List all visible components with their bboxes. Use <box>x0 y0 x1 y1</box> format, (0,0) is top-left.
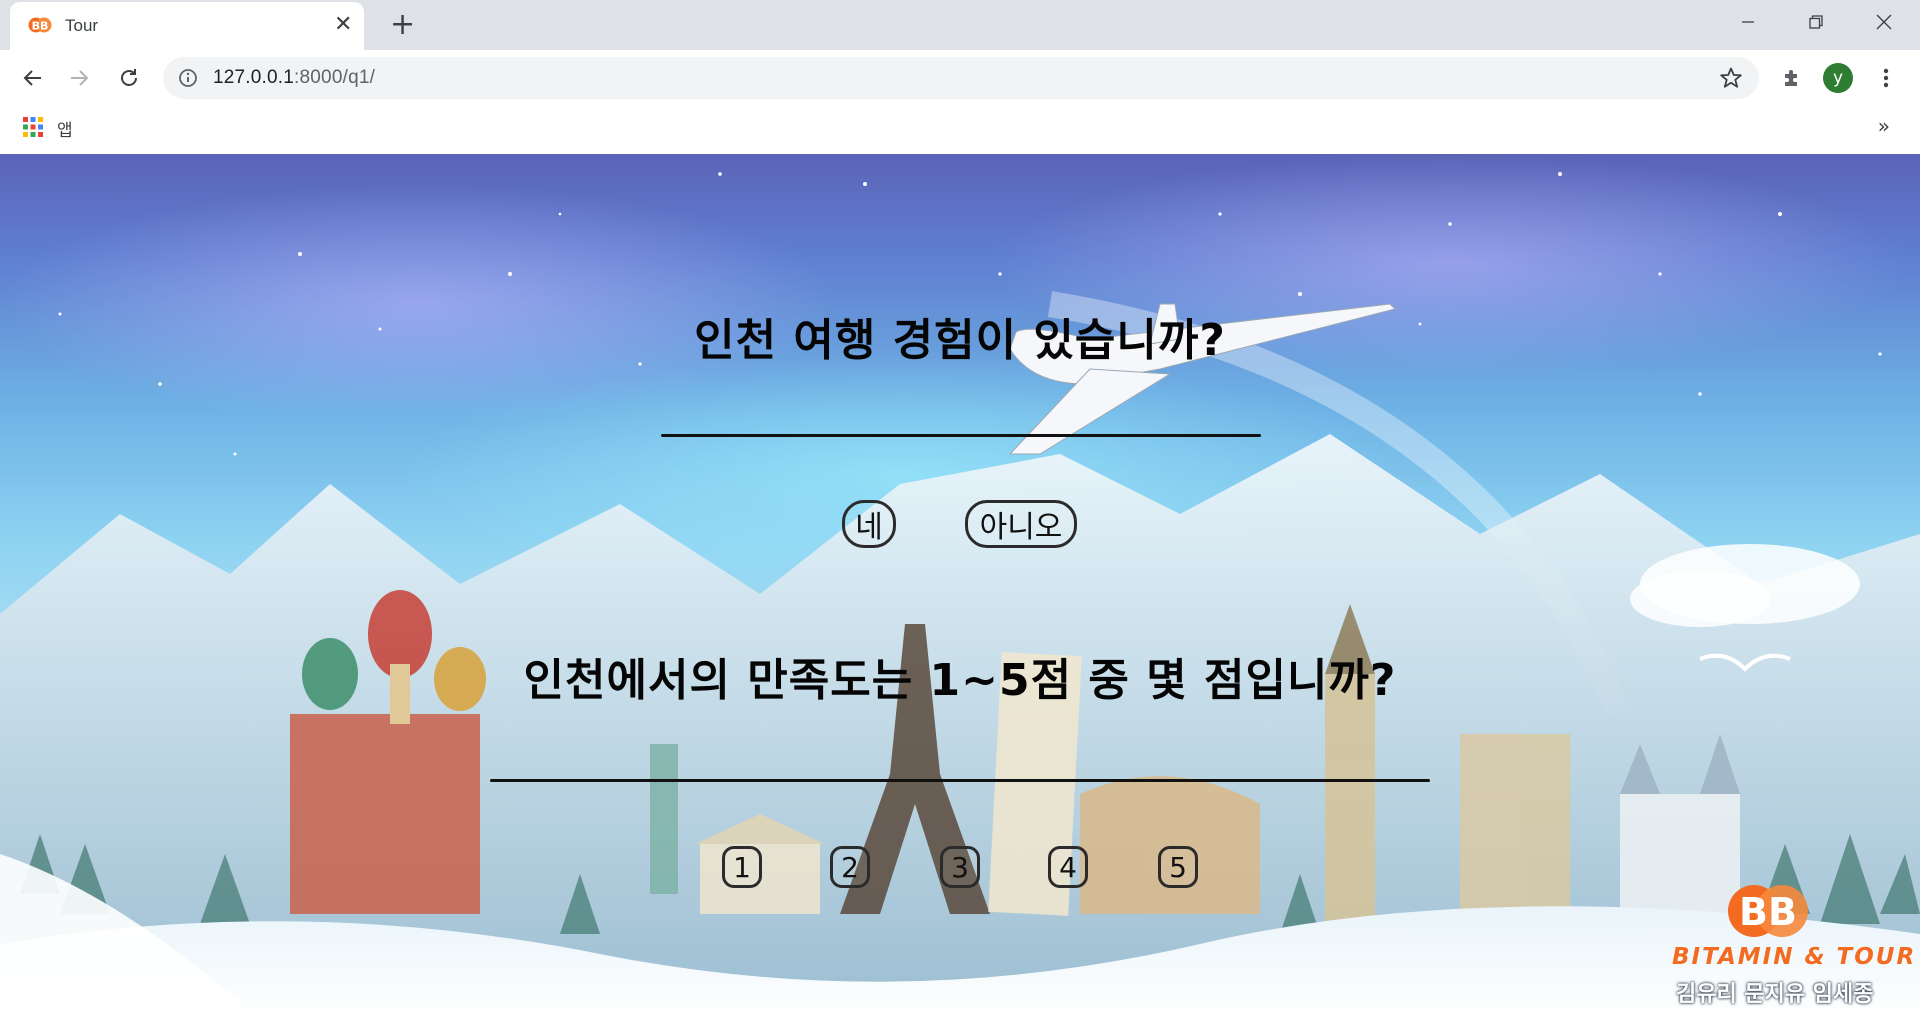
bookmarks-bar: 앱 » <box>0 106 1920 155</box>
plus-icon[interactable]: + <box>390 8 415 42</box>
score-3-button[interactable]: 3 <box>940 846 980 888</box>
score-4-button[interactable]: 4 <box>1048 846 1088 888</box>
authors-text: 김유리 문지유 임세종 <box>1676 982 1874 1007</box>
tab-tour[interactable]: BB Tour ✕ <box>10 2 364 50</box>
question-2-title: 인천에서의 만족도는 1~5점 중 몇 점입니까? <box>523 655 1397 706</box>
address-bar[interactable]: 127.0.0.1:8000/q1/ <box>163 57 1759 99</box>
brand-text: BITAMIN & TOUR <box>1672 944 1917 970</box>
bitamin-favicon-icon: BB <box>28 17 52 33</box>
apps-grid-icon[interactable] <box>22 116 44 138</box>
svg-text:BB: BB <box>1739 890 1797 934</box>
url-text[interactable]: 127.0.0.1:8000/q1/ <box>213 67 375 89</box>
close-icon[interactable]: ✕ <box>334 13 352 37</box>
minimize-icon[interactable] <box>1714 0 1782 44</box>
bookmarks-overflow-icon[interactable]: » <box>1878 114 1890 138</box>
bitamin-logo-icon: BB <box>1728 885 1808 937</box>
score-5-button[interactable]: 5 <box>1158 846 1198 888</box>
profile-initial: y <box>1823 63 1853 93</box>
restore-icon[interactable] <box>1782 0 1850 44</box>
survey-page: 인천 여행 경험이 있습니까? 네 아니오 인천에서의 만족도는 1~5점 중 … <box>0 154 1920 1020</box>
answer-no-button[interactable]: 아니오 <box>965 500 1077 548</box>
reload-icon[interactable] <box>111 60 147 96</box>
answer-yes-button[interactable]: 네 <box>842 500 896 548</box>
travel-background <box>0 154 1920 1020</box>
question-2-underline <box>490 779 1430 782</box>
score-2-button[interactable]: 2 <box>830 846 870 888</box>
question-1-underline <box>661 434 1261 437</box>
star-icon[interactable] <box>1719 66 1743 90</box>
back-arrow-icon[interactable] <box>14 60 50 96</box>
kebab-menu-icon[interactable] <box>1868 60 1904 96</box>
window-close-icon[interactable] <box>1850 0 1918 44</box>
avatar[interactable]: y <box>1820 60 1856 96</box>
tab-strip: BB Tour ✕ + <box>0 0 1920 50</box>
apps-bookmark-label[interactable]: 앱 <box>57 116 73 141</box>
score-1-button[interactable]: 1 <box>722 846 762 888</box>
info-icon[interactable] <box>178 68 198 88</box>
tab-title: Tour <box>65 16 99 35</box>
question-1-title: 인천 여행 경험이 있습니까? <box>694 315 1226 366</box>
browser-toolbar: 127.0.0.1:8000/q1/ y <box>0 50 1920 106</box>
forward-arrow-icon[interactable] <box>62 60 98 96</box>
svg-text:BB: BB <box>32 20 49 33</box>
extensions-icon[interactable] <box>1774 60 1810 96</box>
